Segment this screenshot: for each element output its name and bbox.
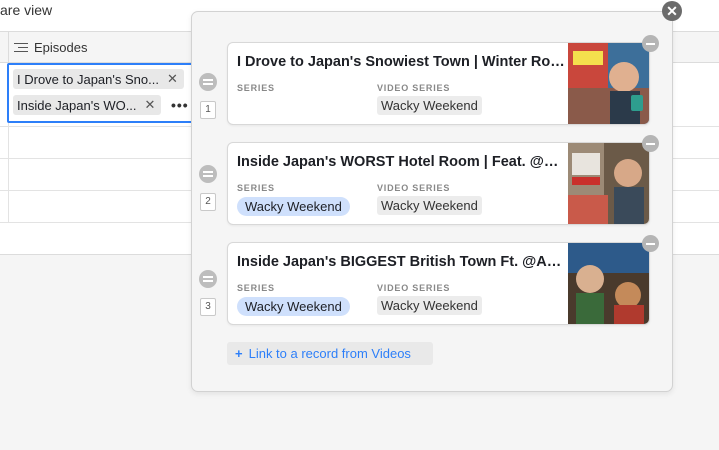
close-icon[interactable]: ✕ (145, 97, 156, 113)
record-index: 3 (200, 298, 216, 316)
linked-record-chip[interactable]: I Drove to Japan's Sno... ✕ (13, 69, 184, 89)
record-title: I Drove to Japan's Snowiest Town | Winte… (237, 54, 565, 70)
linked-record-card[interactable]: I Drove to Japan's Snowiest Town | Winte… (227, 42, 650, 125)
remove-record-icon[interactable] (642, 235, 659, 252)
link-record-label: Link to a record from Videos (248, 346, 411, 361)
more-options-icon[interactable]: ••• (171, 97, 189, 113)
thumbnail-image (568, 243, 649, 324)
view-label[interactable]: are view (0, 2, 52, 18)
series-label: SERIES (237, 183, 275, 193)
close-icon[interactable]: ✕ (167, 71, 178, 87)
linked-record-card[interactable]: Inside Japan's WORST Hotel Room | Feat. … (227, 142, 650, 225)
lines-icon (14, 42, 28, 54)
series-value: Wacky Weekend (237, 297, 350, 316)
record-title: Inside Japan's WORST Hotel Room | Feat. … (237, 154, 565, 170)
video-series-value: Wacky Weekend (377, 96, 482, 115)
remove-record-icon[interactable] (642, 135, 659, 152)
linked-record-chip[interactable]: Inside Japan's WO... ✕ (13, 95, 162, 115)
video-series-label: VIDEO SERIES (377, 183, 451, 193)
video-series-label: VIDEO SERIES (377, 283, 451, 293)
drag-handle-icon[interactable] (199, 73, 217, 91)
record-index: 1 (200, 101, 216, 119)
video-series-value: Wacky Weekend (377, 296, 482, 315)
close-icon[interactable]: ✕ (662, 1, 682, 21)
column-header-label: Episodes (34, 40, 88, 55)
linked-record-card[interactable]: Inside Japan's BIGGEST British Town Ft. … (227, 242, 650, 325)
link-record-button[interactable]: + Link to a record from Videos (227, 342, 433, 365)
column-header-episodes[interactable]: Episodes (14, 40, 87, 55)
record-title: Inside Japan's BIGGEST British Town Ft. … (237, 254, 565, 270)
thumbnail-image (568, 143, 649, 224)
video-series-label: VIDEO SERIES (377, 83, 451, 93)
chip-label: I Drove to Japan's Sno... (17, 71, 159, 87)
plus-icon: + (235, 346, 243, 361)
series-label: SERIES (237, 283, 275, 293)
record-index: 2 (200, 193, 216, 211)
header-left-cell (0, 32, 9, 62)
series-value: Wacky Weekend (237, 197, 350, 216)
chip-label: Inside Japan's WO... (17, 97, 137, 113)
drag-handle-icon[interactable] (199, 165, 217, 183)
remove-record-icon[interactable] (642, 35, 659, 52)
video-series-value: Wacky Weekend (377, 196, 482, 215)
drag-handle-icon[interactable] (199, 270, 217, 288)
thumbnail-image (568, 43, 649, 124)
series-label: SERIES (237, 83, 275, 93)
